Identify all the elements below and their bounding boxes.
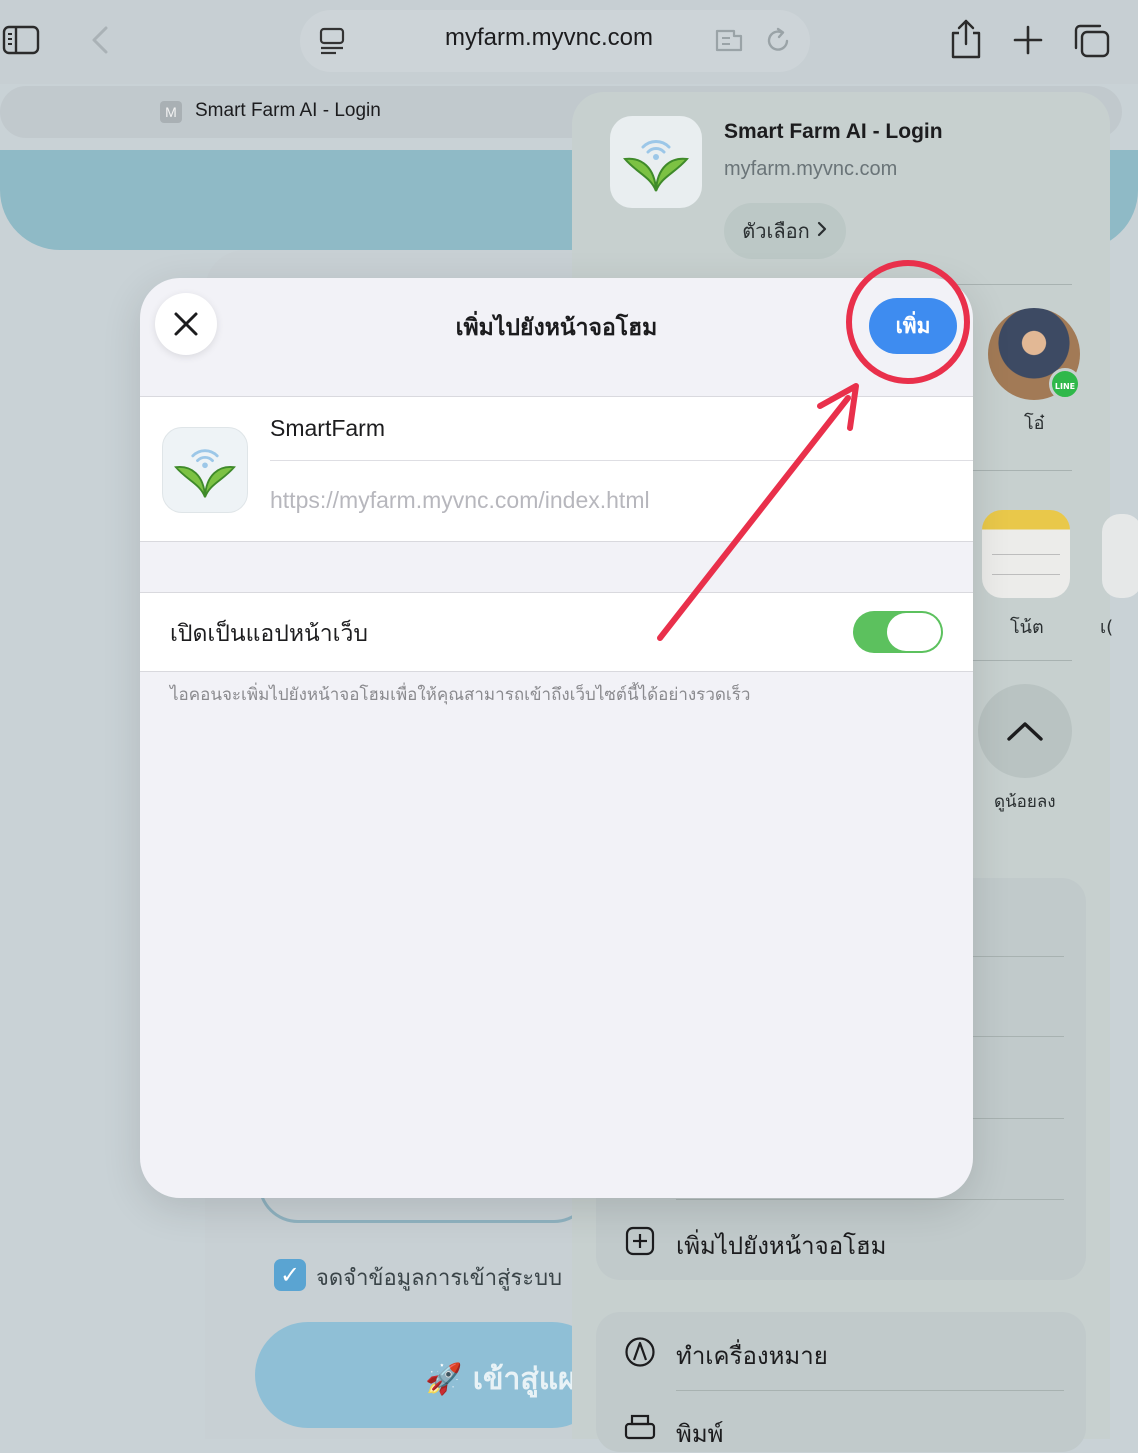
login-button-label: 🚀 เข้าสู่แผ (425, 1362, 576, 1397)
action-add-to-home[interactable]: เพิ่มไปยังหน้าจอโฮม (676, 1226, 886, 1265)
app-info-card: SmartFarm https://myfarm.myvnc.com/index… (140, 396, 973, 542)
show-less-label: ดูน้อยลง (994, 792, 1056, 812)
line-app-badge: LINE (1049, 368, 1081, 400)
remember-label: จดจำข้อมูลการเข้าสู่ระบบ (316, 1266, 563, 1291)
action-markup[interactable]: ทำเครื่องหมาย (676, 1336, 828, 1375)
tab-title[interactable]: Smart Farm AI - Login (195, 100, 381, 122)
action-divider (676, 1390, 1064, 1391)
reload-icon[interactable] (764, 26, 794, 56)
share-icon[interactable] (946, 18, 986, 60)
add-to-home-dialog: เพิ่มไปยังหน้าจอโฮม เพิ่ม SmartFarm http… (140, 278, 973, 1198)
share-page-url: myfarm.myvnc.com (724, 158, 898, 180)
notes-app-icon[interactable] (982, 510, 1070, 598)
share-page-title: Smart Farm AI - Login (724, 120, 943, 143)
url-text[interactable]: myfarm.myvnc.com (445, 24, 653, 52)
smartfarm-app-icon (162, 427, 248, 513)
toggle-knob (887, 613, 941, 651)
action-group-2 (596, 1312, 1086, 1452)
notes-app-label: โน้ต (1010, 617, 1044, 638)
dialog-footnote: ไอคอนจะเพิ่มไปยังหน้าจอโฮมเพื่อให้คุณสาม… (170, 685, 751, 705)
action-print[interactable]: พิมพ์ (676, 1414, 723, 1453)
show-less-button[interactable] (978, 684, 1072, 778)
extension-icon[interactable] (714, 26, 748, 56)
tabs-icon[interactable] (1072, 22, 1112, 60)
sidebar-icon[interactable] (2, 24, 40, 56)
field-divider (270, 460, 973, 461)
add-square-icon (624, 1225, 656, 1257)
webapp-toggle-row: เปิดเป็นแอปหน้าเว็บ (140, 592, 973, 672)
back-icon[interactable] (88, 24, 112, 56)
site-app-icon (610, 116, 702, 208)
contact-name: โอ๋ (1024, 413, 1045, 434)
chevron-up-icon (1007, 722, 1043, 741)
markup-icon (624, 1336, 656, 1368)
options-button[interactable]: ตัวเลือก (724, 203, 846, 259)
app-label-partial: เ( (1100, 617, 1114, 638)
printer-icon (624, 1414, 656, 1446)
app-icon-partial[interactable] (1102, 514, 1138, 598)
webapp-toggle-label: เปิดเป็นแอปหน้าเว็บ (170, 621, 368, 647)
tab-favicon: M (160, 101, 182, 123)
remember-checkbox[interactable]: ✓ (274, 1259, 306, 1291)
options-label: ตัวเลือก (742, 219, 810, 243)
app-url: https://myfarm.myvnc.com/index.html (270, 487, 650, 513)
reader-icon[interactable] (318, 26, 348, 56)
app-name-field[interactable]: SmartFarm (270, 415, 385, 442)
action-divider (676, 1199, 1064, 1200)
webapp-toggle[interactable] (853, 611, 943, 653)
plus-icon[interactable] (1012, 24, 1044, 56)
chevron-right-icon (816, 219, 828, 243)
annotation-circle (846, 260, 970, 384)
